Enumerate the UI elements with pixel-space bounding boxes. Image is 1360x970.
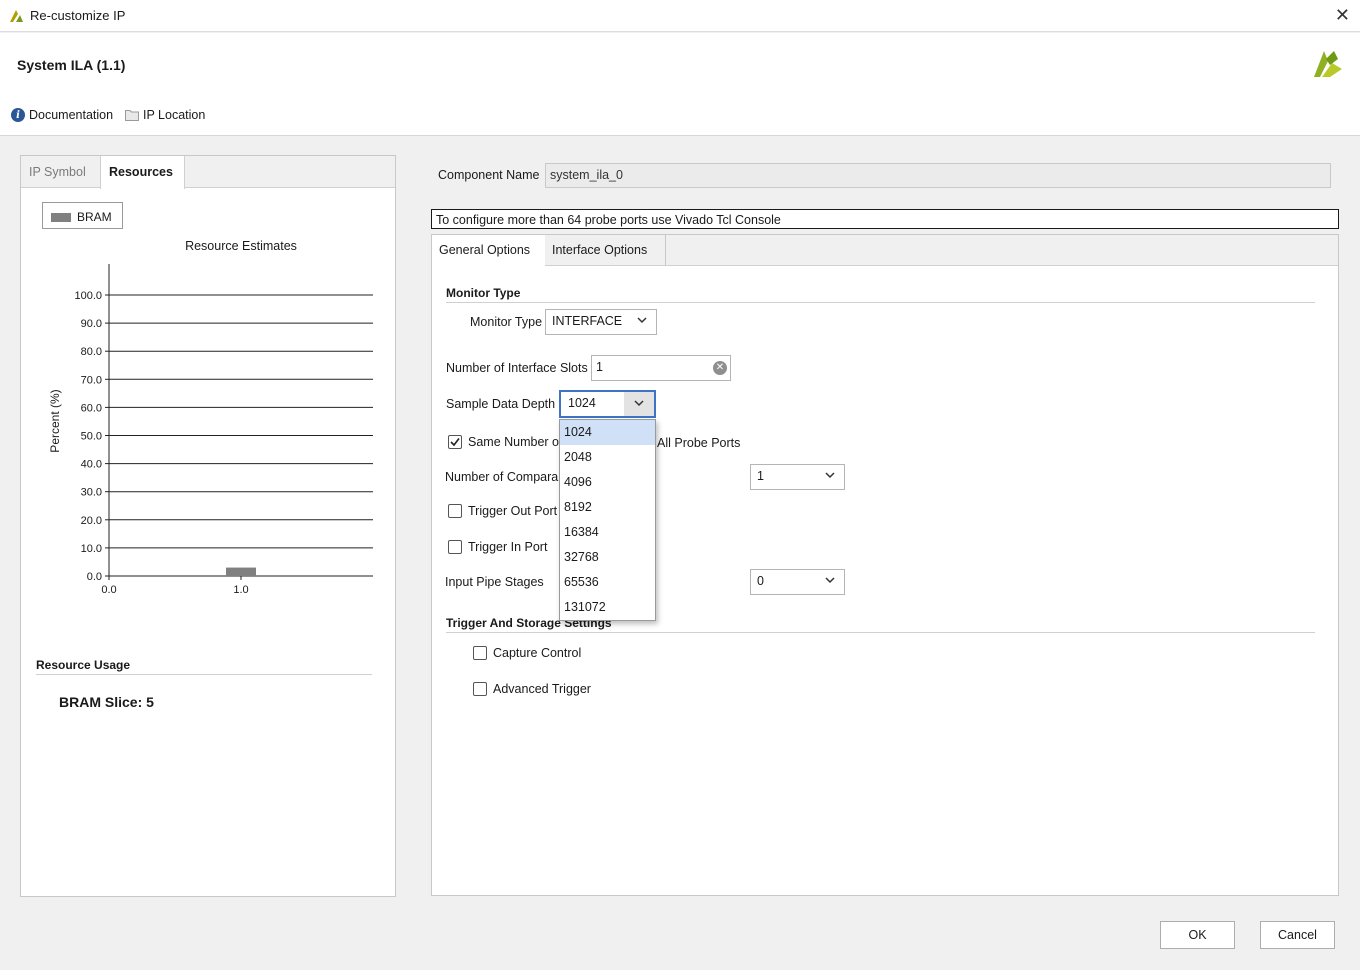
trigger-in-label: Trigger In Port (468, 540, 548, 554)
y-tick-label: 20.0 (81, 515, 102, 527)
same-comparators-checkbox-row[interactable]: Same Number o (448, 435, 559, 449)
resource-usage-title: Resource Usage (36, 658, 131, 672)
title-bar: Re-customize IP ✕ (0, 0, 1360, 32)
legend-label: BRAM (77, 210, 112, 224)
monitor-type-divider (446, 302, 1315, 303)
same-comparators-label-start: Same Number o (468, 435, 560, 449)
bram-slice-value: BRAM Slice: 5 (59, 694, 154, 710)
close-icon[interactable]: ✕ (1335, 5, 1350, 26)
left-tab-bar: IP Symbol Resources (21, 156, 395, 189)
chevron-down-icon (825, 472, 835, 479)
advanced-trigger-label: Advanced Trigger (493, 682, 591, 696)
info-icon: i (11, 108, 25, 122)
ip-title: System ILA (1.1) (17, 57, 126, 73)
interface-slots-input[interactable]: 1 ✕ (591, 355, 731, 381)
window-title: Re-customize IP (30, 8, 126, 23)
resource-chart: Resource Estimates Percent (%) 0.0 10.0 20.0… (48, 239, 373, 596)
monitor-type-value: INTERFACE (552, 314, 623, 328)
ok-button[interactable]: OK (1160, 921, 1235, 949)
dropdown-option[interactable]: 8192 (560, 495, 655, 520)
interface-slots-value: 1 (596, 360, 603, 374)
xilinx-logo-icon (10, 10, 23, 22)
y-axis-label: Percent (%) (48, 389, 62, 452)
resource-usage-divider (36, 674, 372, 675)
chart-title: Resource Estimates (185, 239, 297, 253)
check-icon (450, 438, 460, 447)
tab-general-options[interactable]: General Options (432, 235, 545, 267)
chevron-down-icon (634, 400, 644, 407)
sample-depth-dropdown: 1024 2048 4096 8192 16384 32768 65536 13… (559, 419, 656, 621)
trigger-out-checkbox[interactable] (448, 504, 462, 518)
trigger-out-row[interactable]: Trigger Out Port (448, 504, 557, 518)
capture-control-checkbox[interactable] (473, 646, 487, 660)
dropdown-option[interactable]: 4096 (560, 470, 655, 495)
clear-icon[interactable]: ✕ (713, 361, 727, 375)
folder-icon (125, 110, 139, 121)
comparators-label: Number of Compara (445, 470, 559, 484)
capture-control-row[interactable]: Capture Control (473, 646, 581, 660)
ip-header: System ILA (1.1) i Documentation IP Loca… (0, 33, 1360, 136)
y-tick-label: 40.0 (81, 459, 102, 471)
interface-slots-label: Number of Interface Slots (446, 361, 588, 375)
sample-depth-value: 1024 (568, 396, 596, 410)
legend-swatch (51, 213, 71, 222)
tab-ip-symbol[interactable]: IP Symbol (21, 156, 94, 188)
sample-depth-label: Sample Data Depth (446, 397, 556, 411)
ip-location-label: IP Location (143, 108, 206, 122)
y-tick-label: 90.0 (81, 318, 102, 330)
trigger-out-label: Trigger Out Port (468, 504, 558, 518)
y-tick-label: 70.0 (81, 374, 102, 386)
pipe-stages-select[interactable]: 0 (750, 569, 845, 595)
comparators-value: 1 (757, 469, 764, 483)
tab-resources[interactable]: Resources (100, 156, 185, 189)
sample-depth-select[interactable]: 1024 (559, 390, 656, 418)
trigger-in-checkbox[interactable] (448, 540, 462, 554)
x-tick-label: 0.0 (101, 584, 116, 596)
pipe-stages-label: Input Pipe Stages (445, 575, 544, 589)
same-comparators-checkbox[interactable] (448, 435, 462, 449)
y-tick-label: 0.0 (87, 571, 102, 583)
y-tick-label: 50.0 (81, 431, 102, 443)
dropdown-option[interactable]: 65536 (560, 570, 655, 595)
y-tick-label: 10.0 (81, 543, 102, 555)
same-comparators-label-end: All Probe Ports (657, 436, 741, 450)
chevron-down-icon (637, 317, 647, 324)
y-tick-label: 60.0 (81, 402, 102, 414)
dropdown-option[interactable]: 131072 (560, 595, 655, 620)
monitor-type-section-title: Monitor Type (446, 286, 521, 300)
chart-legend: BRAM (42, 202, 123, 229)
dropdown-option[interactable]: 32768 (560, 545, 655, 570)
dropdown-option[interactable]: 2048 (560, 445, 655, 470)
capture-control-label: Capture Control (493, 646, 582, 660)
resources-panel: IP Symbol Resources BRAM Resource Estima… (20, 155, 396, 897)
trigger-in-row[interactable]: Trigger In Port (448, 540, 547, 554)
trigger-storage-divider (446, 632, 1315, 633)
chevron-down-icon (825, 577, 835, 584)
documentation-label: Documentation (29, 108, 114, 122)
vivado-logo-icon (1314, 51, 1342, 77)
bar-bram (226, 567, 256, 576)
component-name-field[interactable]: system_ila_0 (545, 163, 1331, 188)
pipe-stages-value: 0 (757, 574, 764, 588)
y-tick-label: 80.0 (81, 346, 102, 358)
ip-location-link[interactable]: IP Location (125, 108, 205, 122)
dropdown-option[interactable]: 1024 (560, 420, 655, 445)
dropdown-option[interactable]: 16384 (560, 520, 655, 545)
monitor-type-select[interactable]: INTERFACE (545, 309, 657, 335)
y-tick-label: 100.0 (74, 290, 102, 302)
tab-interface-options[interactable]: Interface Options (545, 235, 666, 266)
advanced-trigger-row[interactable]: Advanced Trigger (473, 682, 591, 696)
x-tick-label: 1.0 (233, 584, 248, 596)
documentation-link[interactable]: i Documentation (11, 108, 113, 122)
advanced-trigger-checkbox[interactable] (473, 682, 487, 696)
component-name-label: Component Name (438, 168, 540, 182)
comparators-select[interactable]: 1 (750, 464, 845, 490)
cancel-button[interactable]: Cancel (1260, 921, 1335, 949)
probe-notice: To configure more than 64 probe ports us… (431, 209, 1339, 229)
monitor-type-label: Monitor Type (470, 315, 543, 329)
y-tick-label: 30.0 (81, 487, 102, 499)
right-tab-bar: General Options Interface Options (432, 235, 1338, 267)
